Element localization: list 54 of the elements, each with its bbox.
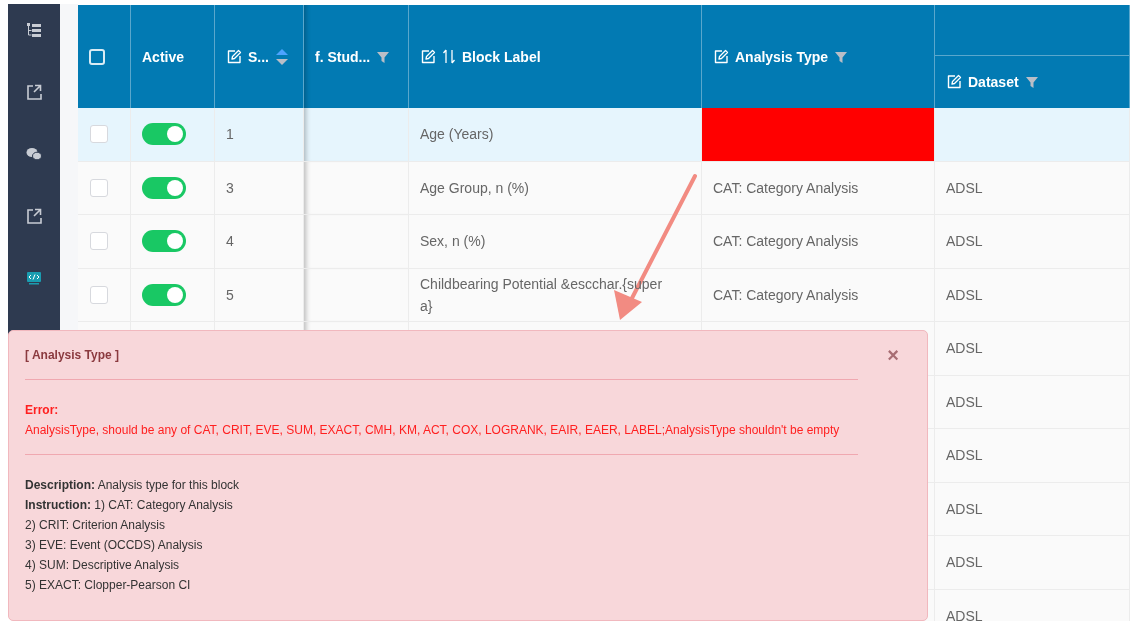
help-text: 2) CRIT: Criterion Analysis — [25, 517, 167, 534]
table-cell: Age (Years) — [409, 108, 702, 162]
code-icon[interactable] — [26, 270, 42, 286]
table-cell: Sex, n (%) — [409, 215, 702, 269]
table-cell: 4 — [215, 215, 304, 269]
toggle-switch[interactable] — [142, 230, 186, 253]
toggle-switch[interactable] — [142, 283, 186, 306]
table-cell: Age Group, n (%) — [409, 161, 702, 215]
table-cell: ADSL — [935, 322, 1130, 376]
table-cell: ADSL — [935, 536, 1130, 590]
column-title: S... — [248, 48, 269, 65]
error-label: Error: — [25, 402, 60, 419]
popup-title: [ Analysis Type ] — [25, 348, 120, 362]
table-cell: CAT: Category Analysis — [702, 161, 935, 215]
help-text: 3) EVE: Event (OCCDS) Analysis — [25, 537, 204, 554]
external-link-icon[interactable] — [26, 84, 42, 100]
filter-icon[interactable] — [376, 49, 391, 64]
table-cell: ADSL — [935, 215, 1130, 269]
close-button[interactable]: × — [881, 345, 905, 365]
help-text: Description: Analysis type for this block — [25, 477, 241, 494]
help-text: 5) EXACT: Clopper-Pearson CI — [25, 577, 192, 594]
filter-icon[interactable] — [834, 49, 849, 64]
table-cell: ADSL — [935, 589, 1130, 621]
tree-list-icon[interactable] — [26, 22, 42, 38]
table-cell: ADSL — [935, 482, 1130, 536]
table-cell: ADSL — [935, 161, 1130, 215]
table-cell: 3 — [215, 161, 304, 215]
help-text: Instruction: 1) CAT: Category Analysis — [25, 497, 234, 514]
row-checkbox[interactable] — [90, 285, 108, 304]
column-title: f. Stud... — [315, 48, 371, 65]
column-title: Dataset — [968, 74, 1019, 90]
table-cell: ADSL — [935, 375, 1130, 429]
sort-icon[interactable] — [275, 47, 289, 66]
filter-icon[interactable] — [1024, 75, 1039, 89]
table-cell: ADSL — [935, 268, 1130, 322]
column-title: Analysis Type — [735, 48, 829, 65]
table-cell: ADSL — [935, 429, 1130, 483]
row-checkbox[interactable] — [90, 232, 108, 251]
row-checkbox[interactable] — [90, 178, 108, 197]
row-checkbox[interactable] — [90, 125, 108, 144]
column-title: Block Label — [462, 48, 541, 65]
select-all-checkbox[interactable] — [89, 48, 105, 65]
toggle-switch[interactable] — [142, 123, 186, 146]
error-message: AnalysisType, should be any of CAT, CRIT, EVE, SUM, EXACT, CMH, KM, ACT, COX, LOGRANK, EAIR, EAER, LABEL;AnalysisType shouldn't be empty — [25, 422, 841, 439]
toggle-switch[interactable] — [142, 176, 186, 199]
table-cell: 5 — [215, 268, 304, 322]
help-text: 4) SUM: Descriptive Analysis — [25, 557, 181, 574]
table-cell: 1 — [215, 108, 304, 162]
table-cell: CAT: Category Analysis — [702, 215, 935, 269]
chat-bubbles-icon[interactable] — [26, 146, 42, 162]
external-link-icon[interactable] — [26, 208, 42, 224]
sort-arrows-icon[interactable] — [442, 49, 456, 64]
table-cell: CAT: Category Analysis — [702, 268, 935, 322]
column-title: Active — [142, 48, 185, 65]
